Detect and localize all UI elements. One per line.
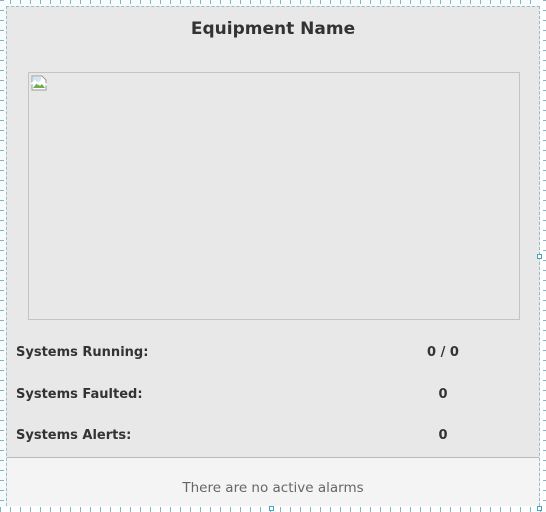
systems-alerts-value: 0 <box>438 428 448 443</box>
resize-handle-right[interactable] <box>537 254 542 259</box>
systems-running-row: Systems Running: 0 / 0 <box>16 345 536 365</box>
resize-handle-corner[interactable] <box>537 506 542 511</box>
systems-faulted-row: Systems Faulted: 0 <box>16 387 536 407</box>
no-alarms-message: There are no active alarms <box>182 480 364 496</box>
systems-faulted-value: 0 <box>438 387 448 402</box>
systems-running-value: 0 / 0 <box>427 345 459 360</box>
systems-alerts-label: Systems Alerts: <box>16 428 132 443</box>
equipment-title: Equipment Name <box>190 19 356 39</box>
alarm-list[interactable]: There are no active alarms <box>7 457 539 506</box>
equipment-image <box>28 72 520 320</box>
systems-running-label: Systems Running: <box>16 345 149 360</box>
broken-image-icon <box>31 75 47 91</box>
equipment-card[interactable]: Equipment Name Systems Running: 0 / 0 Sy… <box>6 6 540 506</box>
systems-faulted-label: Systems Faulted: <box>16 387 143 402</box>
systems-alerts-row: Systems Alerts: 0 <box>16 428 536 448</box>
resize-handle-bottom[interactable] <box>269 506 274 511</box>
